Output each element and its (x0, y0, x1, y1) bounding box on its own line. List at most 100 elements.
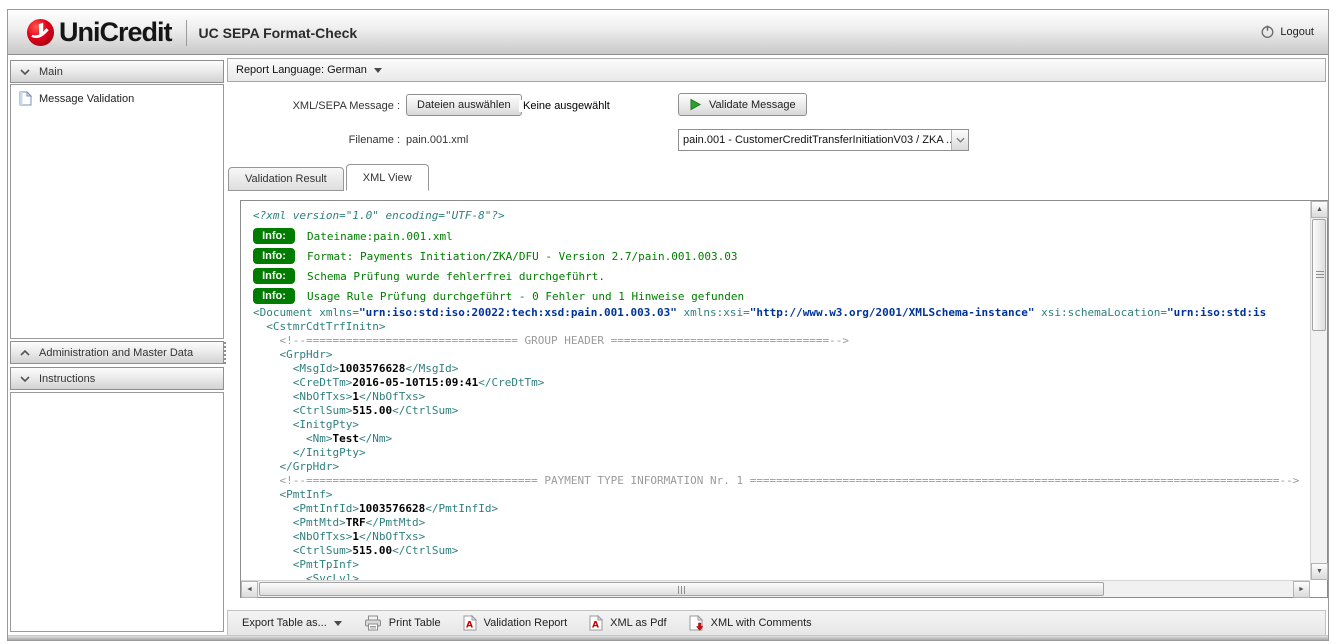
sidebar-item-message-validation[interactable]: Message Validation (11, 85, 223, 110)
info-badge: Info: (253, 248, 295, 264)
report-language-label: Report Language: German (236, 64, 367, 76)
filename-value: pain.001.xml (406, 134, 468, 146)
xml-line: <SvcLvl> (253, 572, 1310, 580)
print-table-button[interactable]: Print Table (364, 615, 441, 631)
xml-info-row: Info:Format: Payments Initiation/ZKA/DFU… (253, 246, 1310, 266)
format-select[interactable]: pain.001 - CustomerCreditTransferInitiat… (678, 129, 969, 151)
sidebar-panel-main: Message Validation (10, 84, 224, 339)
info-badge: Info: (253, 288, 295, 304)
info-message: Dateiname:pain.001.xml (307, 230, 453, 243)
unicredit-logo-icon (26, 18, 55, 47)
xml-line: <MsgId>1003576628</MsgId> (253, 362, 1310, 376)
svg-text:A: A (466, 621, 473, 631)
xml-line: <!--================================ GRO… (253, 334, 1310, 348)
info-badge: Info: (253, 268, 295, 284)
xml-with-comments-button[interactable]: XML with Comments (689, 615, 812, 631)
file-status-text: Keine ausgewählt (519, 100, 614, 112)
caret-down-icon (374, 68, 382, 73)
sidebar-section-label: Instructions (39, 373, 95, 385)
xml-line: <Document xmlns="urn:iso:std:iso:20022:t… (253, 306, 1310, 320)
info-message: Usage Rule Prüfung durchgeführt - 0 Fehl… (307, 290, 744, 303)
xml-line: <CtrlSum>515.00</CtrlSum> (253, 544, 1310, 558)
tab-xml-view[interactable]: XML View (346, 164, 429, 191)
xml-prolog-line: <?xml version="1.0" encoding="UTF-8"?> (253, 209, 1310, 226)
xml-line: <NbOfTxs>1</NbOfTxs> (253, 390, 1310, 404)
vertical-scrollbar[interactable]: ▲ ▼ (1310, 201, 1327, 580)
sidebar-section-label: Main (39, 66, 63, 78)
xml-as-pdf-button[interactable]: A XML as Pdf (589, 615, 666, 631)
xml-line: <NbOfTxs>1</NbOfTxs> (253, 530, 1310, 544)
app-window: UniCredit UC SEPA Format-Check Logout Ma… (7, 9, 1329, 641)
logout-button[interactable]: Logout (1260, 24, 1314, 39)
scroll-left-button[interactable]: ◄ (241, 581, 258, 598)
xml-info-row: Info: Dateiname:pain.001.xml (253, 226, 1310, 246)
svg-text:A: A (592, 621, 599, 631)
info-badge: Info: (253, 228, 295, 244)
vertical-scroll-thumb[interactable] (1312, 219, 1326, 331)
app-body: Main Message Validation Administration a… (8, 56, 1328, 634)
sidebar-section-administration[interactable]: Administration and Master Data (10, 341, 224, 364)
tab-validation-result[interactable]: Validation Result (228, 167, 344, 191)
scroll-up-button[interactable]: ▲ (1311, 201, 1328, 218)
sidebar-section-main[interactable]: Main (10, 60, 224, 83)
validation-form: XML/SEPA Message : Dateien auswählen Kei… (227, 83, 1326, 163)
format-select-value: pain.001 - CustomerCreditTransferInitiat… (679, 134, 951, 146)
xml-info-rows: Info: Dateiname:pain.001.xml Info:Format: … (253, 226, 1310, 306)
horizontal-scrollbar[interactable]: ◄ ► (241, 580, 1310, 597)
chevron-down-icon (20, 376, 30, 382)
validate-message-label: Validate Message (709, 99, 796, 111)
xml-line: <Nm>Test</Nm> (253, 432, 1310, 446)
xml-info-row: Info: Usage Rule Prüfung durchgeführt - 0… (253, 286, 1310, 306)
window-footer-strip (8, 635, 1328, 640)
xml-as-pdf-label: XML as Pdf (610, 617, 666, 629)
chevron-up-icon (20, 350, 30, 356)
xml-content: <?xml version="1.0" encoding="UTF-8"?> I… (241, 201, 1310, 580)
sidebar-item-label: Message Validation (39, 93, 134, 105)
xml-line: <CreDtTm>2016-05-10T15:09:41</CreDtTm> (253, 376, 1310, 390)
brand: UniCredit UC SEPA Format-Check (26, 17, 357, 48)
validation-report-button[interactable]: A Validation Report (463, 615, 568, 631)
select-arrow-button[interactable] (951, 130, 968, 150)
xml-line: <PmtTpInf> (253, 558, 1310, 572)
scroll-right-button[interactable]: ► (1293, 581, 1310, 598)
export-table-as-button[interactable]: Export Table as... (242, 617, 342, 629)
logout-label: Logout (1280, 26, 1314, 38)
chevron-down-icon (20, 69, 30, 75)
app-header: UniCredit UC SEPA Format-Check Logout (8, 10, 1328, 55)
xml-code: <Document xmlns="urn:iso:std:iso:20022:t… (253, 306, 1310, 580)
xml-with-comments-label: XML with Comments (711, 617, 812, 629)
pdf-icon: A (589, 615, 603, 631)
xml-info-row: Info: Schema Prüfung wurde fehlerfrei dur… (253, 266, 1310, 286)
xml-line: <PmtMtd>TRF</PmtMtd> (253, 516, 1310, 530)
scroll-grip (1316, 271, 1324, 279)
sidebar-section-instructions[interactable]: Instructions (10, 367, 224, 390)
printer-icon (364, 615, 382, 631)
horizontal-scroll-thumb[interactable] (259, 582, 1104, 596)
play-icon (689, 98, 702, 111)
xml-line: </InitgPty> (253, 446, 1310, 460)
xml-sepa-message-label: XML/SEPA Message : (227, 100, 400, 112)
validate-message-button[interactable]: Validate Message (678, 93, 807, 116)
xml-line: <GrpHdr> (253, 348, 1310, 362)
xml-line: </GrpHdr> (253, 460, 1310, 474)
xml-line: <PmtInfId>1003576628</PmtInfId> (253, 502, 1310, 516)
caret-down-icon (334, 621, 342, 626)
export-table-as-label: Export Table as... (242, 617, 327, 629)
xml-line: <CstmrCdtTrfInitn> (253, 320, 1310, 334)
print-table-label: Print Table (389, 617, 441, 629)
power-icon (1260, 24, 1275, 39)
report-language-dropdown[interactable]: Report Language: German (227, 58, 1326, 82)
main-content: Report Language: German XML/SEPA Message… (227, 58, 1326, 632)
xml-line: <!--=================================== … (253, 474, 1310, 488)
choose-file-button[interactable]: Dateien auswählen (406, 94, 522, 116)
sidebar-section-label: Administration and Master Data (39, 347, 193, 359)
scroll-grip (678, 586, 686, 594)
brand-divider (186, 20, 187, 46)
scroll-down-button[interactable]: ▼ (1311, 563, 1328, 580)
export-toolbar: Export Table as... Print Table (227, 610, 1326, 636)
xml-view-panel: <?xml version="1.0" encoding="UTF-8"?> I… (240, 200, 1328, 598)
xml-line: <InitgPty> (253, 418, 1310, 432)
sidebar-panel-bottom (10, 392, 224, 632)
info-message: Schema Prüfung wurde fehlerfrei durchgef… (307, 270, 605, 283)
sidebar: Main Message Validation Administration a… (10, 58, 224, 632)
